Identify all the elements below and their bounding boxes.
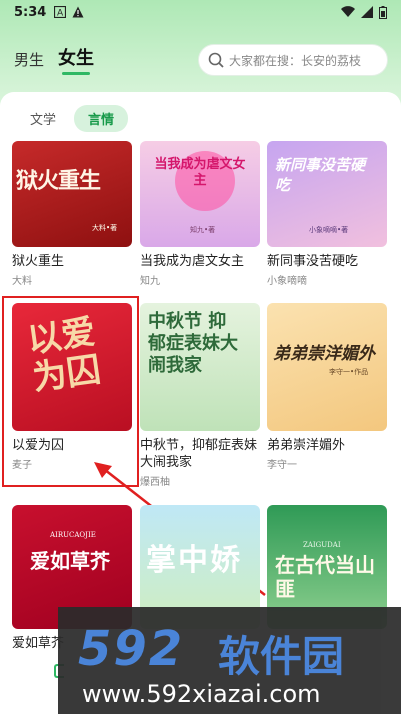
status-bar: 5:34 A — [0, 0, 401, 24]
watermark: 592 软件园 www.592xiazai.com — [58, 607, 401, 714]
book-title: 当我成为虐文女主 — [140, 254, 245, 269]
status-time: 5:34 — [14, 4, 47, 20]
cover-title: 当我成为虐文女主 — [154, 157, 246, 188]
tab-literature[interactable]: 文学 — [22, 105, 64, 132]
tab-male[interactable]: 男生 — [14, 49, 44, 70]
book-cover[interactable]: 新同事没苦硬吃 小象嘀嘀•著 — [267, 141, 387, 247]
battery-icon — [379, 5, 387, 19]
notification-a-icon: A — [54, 6, 67, 19]
cover-title: 新同事没苦硬吃 — [275, 156, 366, 194]
cover-author: 大料•著 — [92, 224, 118, 232]
cover-title: 狱火重生 — [16, 168, 101, 194]
tab-female[interactable]: 女生 — [58, 44, 94, 75]
book-author: 小象嘀嘀 — [267, 276, 307, 287]
watermark-name: 软件园 — [218, 632, 345, 681]
book-card[interactable]: 狱火重生 大料•著 狱火重生 大料 — [12, 141, 132, 287]
book-card[interactable]: 当我成为虐文女主 知九•著 当我成为虐文女主 知九 — [140, 141, 260, 287]
cover-title: 掌中娇 — [146, 543, 242, 578]
book-cover[interactable]: 狱火重生 大料•著 — [12, 141, 132, 247]
cover-title: 弟弟崇洋媚外 — [273, 344, 375, 364]
warning-icon — [72, 6, 84, 18]
book-cover[interactable]: 中秋节 抑郁症表妹大闹我家 — [140, 303, 260, 431]
wifi-icon — [341, 6, 355, 18]
svg-text:A: A — [57, 9, 64, 19]
search-input[interactable]: 大家都在搜：长安的荔枝 — [198, 44, 388, 76]
watermark-logo: 592 — [78, 621, 185, 677]
book-author: 李守一 — [267, 460, 297, 471]
book-card[interactable]: 新同事没苦硬吃 小象嘀嘀•著 新同事没苦硬吃 小象嘀嘀 — [267, 141, 387, 287]
cover-title: 爱如草芥 — [30, 549, 110, 573]
highlight-box — [2, 296, 139, 487]
cover-title: 中秋节 抑郁症表妹大闹我家 — [148, 311, 238, 376]
book-title: 狱火重生 — [12, 254, 65, 269]
cover-author: ZAIGUDAI — [303, 541, 341, 549]
watermark-url: www.592xiazai.com — [82, 680, 321, 708]
book-author: 大料 — [12, 276, 32, 287]
gender-tabs: 男生 女生 — [14, 44, 94, 75]
search-placeholder: 大家都在搜：长安的荔枝 — [229, 53, 362, 68]
book-cover[interactable]: 当我成为虐文女主 知九•著 — [140, 141, 260, 247]
book-title: 新同事没苦硬吃 — [267, 254, 359, 269]
cover-author: 知九•著 — [190, 226, 216, 234]
search-icon — [208, 52, 224, 68]
book-cover[interactable]: 弟弟崇洋媚外 李守一•作品 — [267, 303, 387, 431]
cover-author: 小象嘀嘀•著 — [309, 226, 349, 234]
book-title: 弟弟崇洋媚外 — [267, 438, 346, 453]
cover-author: AIRUCAOJIE — [50, 531, 96, 539]
cover-title: 在古代当山匪 — [275, 553, 375, 601]
book-card[interactable]: 弟弟崇洋媚外 李守一•作品 弟弟崇洋媚外 李守一 — [267, 303, 387, 471]
book-author: 知九 — [140, 276, 160, 287]
tab-romance[interactable]: 言情 — [74, 105, 129, 132]
cover-author: 李守一•作品 — [329, 368, 369, 376]
category-tabs: 文学 言情 — [22, 105, 129, 132]
signal-icon — [361, 6, 373, 18]
